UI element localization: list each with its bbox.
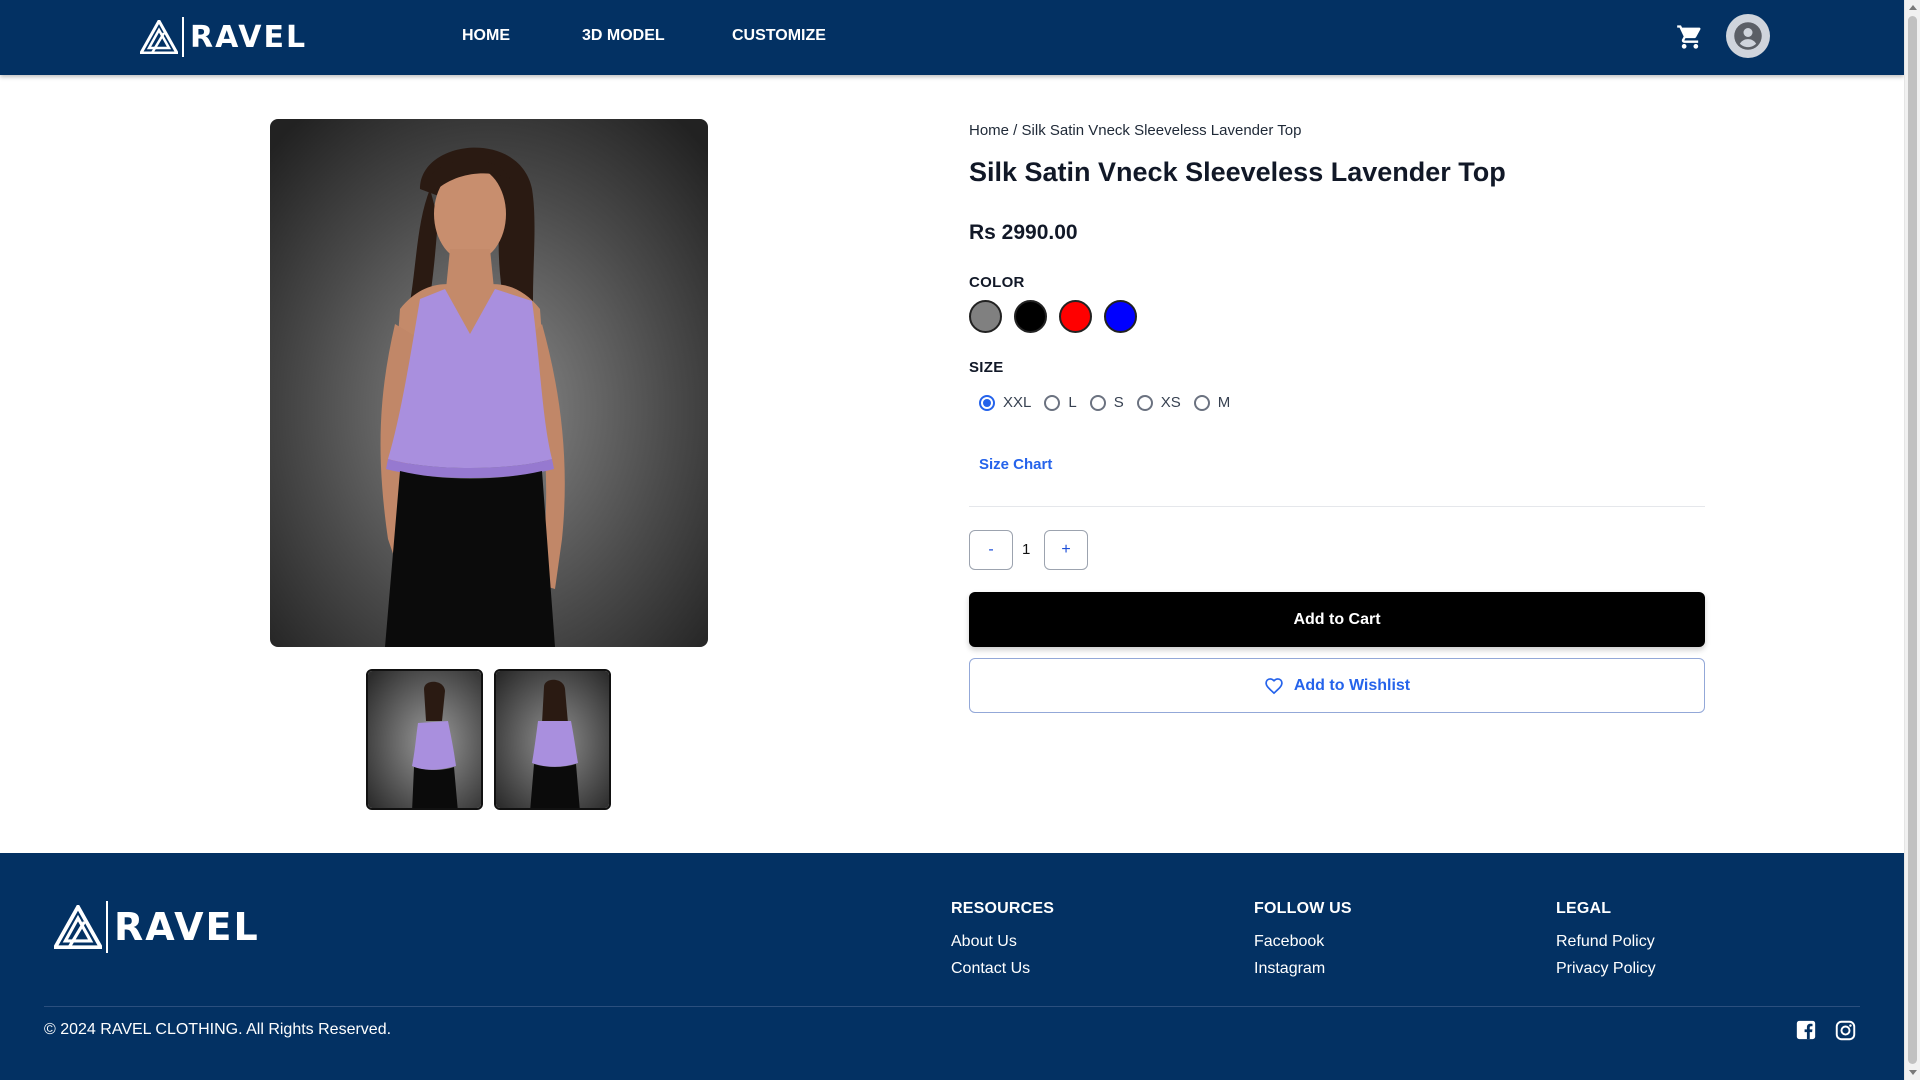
footer-link-instagram[interactable]: Instagram	[1254, 960, 1352, 978]
size-option-label: S	[1113, 394, 1124, 411]
heart-icon	[1265, 677, 1283, 694]
product-thumbnail-1[interactable]	[366, 669, 483, 810]
cart-button[interactable]	[1675, 22, 1705, 52]
logo-divider	[106, 901, 108, 953]
footer-link-refund-policy[interactable]: Refund Policy	[1556, 933, 1656, 951]
facebook-link[interactable]	[1796, 1020, 1818, 1042]
top-navbar: RAVEL HOME 3D MODEL CUSTOMIZE	[0, 0, 1904, 75]
product-price: Rs 2990.00	[969, 221, 1078, 244]
footer-column-legal: LEGAL Refund Policy Privacy Policy	[1556, 900, 1656, 987]
scroll-down-arrow-icon[interactable]	[1909, 1070, 1917, 1075]
size-option-s[interactable]: S	[1089, 394, 1124, 411]
color-label: COLOR	[969, 274, 1025, 291]
page-scrollbar[interactable]	[1904, 0, 1920, 1080]
breadcrumb: Home / Silk Satin Vneck Sleeveless Laven…	[969, 122, 1301, 139]
section-divider	[969, 506, 1705, 507]
size-option-l[interactable]: L	[1044, 394, 1077, 411]
facebook-icon	[1796, 1020, 1816, 1040]
brand-logo[interactable]: RAVEL	[140, 16, 307, 58]
add-to-cart-label: Add to Cart	[1293, 610, 1381, 628]
nav-home[interactable]: HOME	[462, 27, 510, 45]
size-option-label: L	[1068, 394, 1077, 411]
scrollbar-thumb[interactable]	[1908, 16, 1917, 1064]
size-chart-link[interactable]: Size Chart	[979, 456, 1052, 473]
footer-link-contact-us[interactable]: Contact Us	[951, 960, 1054, 978]
scroll-up-arrow-icon[interactable]	[1909, 5, 1917, 10]
add-to-wishlist-label: Add to Wishlist	[1293, 676, 1411, 694]
footer-divider	[44, 1006, 1860, 1007]
color-swatch-gray[interactable]	[969, 300, 1002, 333]
breadcrumb-home[interactable]: Home	[969, 122, 1009, 139]
footer-column-heading: FOLLOW US	[1254, 900, 1352, 917]
instagram-icon	[1835, 1020, 1856, 1041]
footer-column-follow-us: FOLLOW US Facebook Instagram	[1254, 900, 1352, 987]
color-swatches	[969, 300, 1137, 333]
footer-brand-logo[interactable]: RAVEL	[54, 901, 260, 953]
user-icon	[1734, 22, 1762, 50]
color-swatch-red[interactable]	[1059, 300, 1092, 333]
breadcrumb-current: Silk Satin Vneck Sleeveless Lavender Top	[1021, 122, 1302, 139]
quantity-value: 1	[1022, 541, 1031, 558]
product-title: Silk Satin Vneck Sleeveless Lavender Top	[969, 157, 1506, 187]
add-to-wishlist-button[interactable]: Add to Wishlist	[969, 658, 1705, 713]
color-swatch-black[interactable]	[1014, 300, 1047, 333]
radio-unselected[interactable]	[1136, 394, 1153, 411]
size-label: SIZE	[969, 359, 1004, 376]
breadcrumb-separator: /	[1009, 122, 1022, 139]
quantity-decrease-button[interactable]: -	[969, 530, 1013, 570]
footer-link-privacy-policy[interactable]: Privacy Policy	[1556, 960, 1656, 978]
radio-unselected[interactable]	[1193, 394, 1210, 411]
cart-icon	[1677, 25, 1701, 49]
nav-3d-model[interactable]: 3D MODEL	[582, 27, 665, 45]
profile-avatar-button[interactable]	[1726, 14, 1770, 58]
size-option-label: XXL	[1003, 394, 1032, 411]
size-option-m[interactable]: M	[1193, 394, 1231, 411]
radio-unselected[interactable]	[1044, 394, 1061, 411]
footer-link-facebook[interactable]: Facebook	[1254, 933, 1352, 951]
footer-link-about-us[interactable]: About Us	[951, 933, 1054, 951]
logo-mark-icon	[140, 20, 178, 54]
size-option-label: XS	[1160, 394, 1181, 411]
product-photo	[270, 119, 708, 647]
product-main-image[interactable]	[270, 119, 708, 647]
product-thumbnail-2[interactable]	[494, 669, 611, 810]
quantity-increase-button[interactable]: +	[1044, 530, 1088, 570]
brand-wordmark: RAVEL	[190, 19, 308, 55]
footer-column-heading: LEGAL	[1556, 900, 1612, 917]
size-option-xxl[interactable]: XXL	[979, 394, 1031, 411]
size-option-xs[interactable]: XS	[1136, 394, 1181, 411]
instagram-link[interactable]	[1835, 1020, 1857, 1042]
nav-customize[interactable]: CUSTOMIZE	[732, 27, 826, 45]
radio-selected[interactable]	[979, 394, 995, 411]
site-footer: RAVEL RESOURCES About Us Contact Us FOLL…	[0, 853, 1904, 1080]
brand-wordmark: RAVEL	[114, 905, 260, 949]
color-swatch-blue[interactable]	[1104, 300, 1137, 333]
add-to-cart-button[interactable]: Add to Cart	[969, 592, 1705, 647]
footer-column-heading: RESOURCES	[951, 900, 1055, 917]
thumbnail-photo	[368, 671, 481, 808]
logo-mark-icon	[54, 905, 102, 949]
logo-divider	[182, 17, 184, 57]
copyright-text: © 2024 RAVEL CLOTHING. All Rights Reserv…	[44, 1021, 392, 1038]
thumbnail-photo	[496, 671, 609, 808]
radio-unselected[interactable]	[1089, 394, 1106, 411]
footer-column-resources: RESOURCES About Us Contact Us	[951, 900, 1054, 987]
size-options: XXL L S XS M	[979, 394, 1243, 411]
size-option-label: M	[1217, 394, 1231, 411]
